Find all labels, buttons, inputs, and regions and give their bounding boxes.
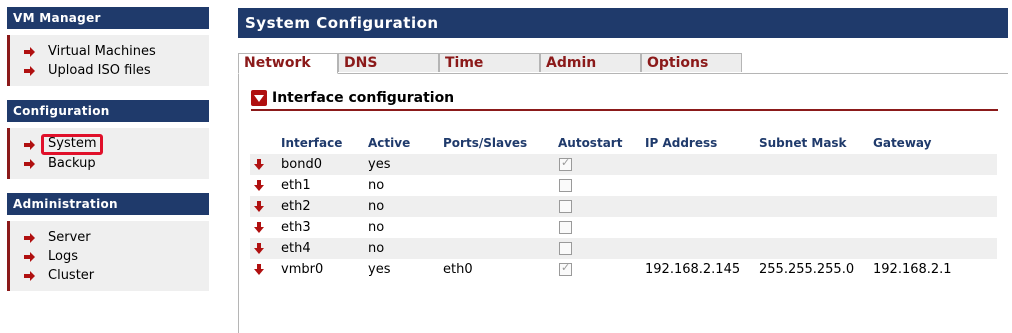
table-row[interactable]: eth2 no <box>250 196 997 217</box>
row-menu-icon[interactable] <box>254 200 264 213</box>
sidebar-section-body: Virtual Machines Upload ISO files <box>7 35 209 86</box>
table-row[interactable]: eth1 no <box>250 175 997 196</box>
cell-active: no <box>368 220 385 235</box>
sidebar-section-body: System Backup <box>7 128 209 179</box>
column-header-ports[interactable]: Ports/Slaves <box>443 136 558 150</box>
sidebar-item-label: Server <box>48 230 91 245</box>
cell-active: no <box>368 199 385 214</box>
arrow-right-icon <box>24 139 36 150</box>
tab-network[interactable]: Network <box>238 53 338 74</box>
arrow-right-icon <box>24 251 36 262</box>
cell-active: no <box>368 178 385 193</box>
cell-interface: eth3 <box>281 220 311 235</box>
cell-interface: eth4 <box>281 241 311 256</box>
column-header-interface[interactable]: Interface <box>268 136 356 150</box>
sidebar-section-administration: Administration Server Logs Cluster <box>7 193 209 291</box>
column-header-gateway[interactable]: Gateway <box>873 136 983 150</box>
page-title: System Configuration <box>238 8 1008 38</box>
sidebar-section-title: Administration <box>7 193 209 215</box>
autostart-checkbox[interactable] <box>559 261 572 276</box>
row-menu-icon[interactable] <box>254 179 264 192</box>
sidebar-item-cluster[interactable]: Cluster <box>22 266 209 285</box>
cell-interface: eth2 <box>281 199 311 214</box>
autostart-checkbox[interactable] <box>559 221 572 234</box>
cell-active: yes <box>368 157 391 172</box>
row-menu-icon[interactable] <box>254 242 264 255</box>
cell-ports: eth0 <box>443 262 473 277</box>
sidebar-item-label: Logs <box>48 249 78 264</box>
cell-gateway: 192.168.2.1 <box>873 262 952 277</box>
row-menu-icon[interactable] <box>254 221 264 234</box>
tab-admin[interactable]: Admin <box>540 53 641 72</box>
tab-options[interactable]: Options <box>641 53 742 72</box>
arrow-right-icon <box>24 65 36 76</box>
sidebar-item-label: Backup <box>48 156 96 171</box>
arrow-right-icon <box>24 46 36 57</box>
sidebar-item-system[interactable]: System <box>22 134 209 155</box>
sidebar-section-title: VM Manager <box>7 7 209 29</box>
tab-bar: Network DNS Time Admin Options <box>238 53 1008 74</box>
sidebar-item-server[interactable]: Server <box>22 228 209 247</box>
column-header-autostart[interactable]: Autostart <box>558 136 645 150</box>
arrow-right-icon <box>24 158 36 169</box>
column-header-active[interactable]: Active <box>356 136 443 150</box>
autostart-checkbox[interactable] <box>559 156 572 171</box>
cell-active: yes <box>368 262 391 277</box>
tab-dns[interactable]: DNS <box>338 53 439 72</box>
autostart-checkbox[interactable] <box>559 179 572 192</box>
row-menu-icon[interactable] <box>254 158 264 171</box>
sidebar-item-backup[interactable]: Backup <box>22 154 209 173</box>
collapse-icon[interactable] <box>251 90 267 106</box>
sidebar-item-label: Upload ISO files <box>48 63 151 78</box>
sidebar-section-title: Configuration <box>7 100 209 122</box>
cell-interface: vmbr0 <box>281 262 324 277</box>
table-header-row: Interface Active Ports/Slaves Autostart … <box>250 132 997 154</box>
sidebar-item-logs[interactable]: Logs <box>22 247 209 266</box>
sidebar-section-vm-manager: VM Manager Virtual Machines Upload ISO f… <box>7 7 209 86</box>
arrow-right-icon <box>24 232 36 243</box>
table-row[interactable]: eth4 no <box>250 238 997 259</box>
section-title: Interface configuration <box>272 90 455 106</box>
sidebar-item-label: Virtual Machines <box>48 44 156 59</box>
arrow-right-icon <box>24 270 36 281</box>
table-row[interactable]: bond0 yes <box>250 154 997 175</box>
autostart-checkbox[interactable] <box>559 242 572 255</box>
cell-interface: bond0 <box>281 157 322 172</box>
sidebar-section-configuration: Configuration System Backup <box>7 100 209 179</box>
sidebar-item-virtual-machines[interactable]: Virtual Machines <box>22 42 209 61</box>
sidebar-item-upload-iso[interactable]: Upload ISO files <box>22 61 209 80</box>
sidebar-section-body: Server Logs Cluster <box>7 221 209 291</box>
sidebar-item-label: Cluster <box>48 268 95 283</box>
row-menu-icon[interactable] <box>254 263 264 276</box>
cell-active: no <box>368 241 385 256</box>
autostart-checkbox[interactable] <box>559 200 572 213</box>
section-header-interface-configuration[interactable]: Interface configuration <box>251 87 998 111</box>
table-row[interactable]: eth3 no <box>250 217 997 238</box>
column-header-subnet-mask[interactable]: Subnet Mask <box>759 136 873 150</box>
column-header-ip-address[interactable]: IP Address <box>645 136 759 150</box>
interface-table: Interface Active Ports/Slaves Autostart … <box>250 132 997 280</box>
tab-time[interactable]: Time <box>439 53 540 72</box>
cell-subnet-mask: 255.255.255.0 <box>759 262 855 277</box>
cell-interface: eth1 <box>281 178 311 193</box>
sidebar: VM Manager Virtual Machines Upload ISO f… <box>7 7 209 305</box>
table-row[interactable]: vmbr0 yes eth0 192.168.2.145 255.255.255… <box>250 259 997 280</box>
cell-ip-address: 192.168.2.145 <box>645 262 741 277</box>
sidebar-item-label: System <box>41 134 104 155</box>
